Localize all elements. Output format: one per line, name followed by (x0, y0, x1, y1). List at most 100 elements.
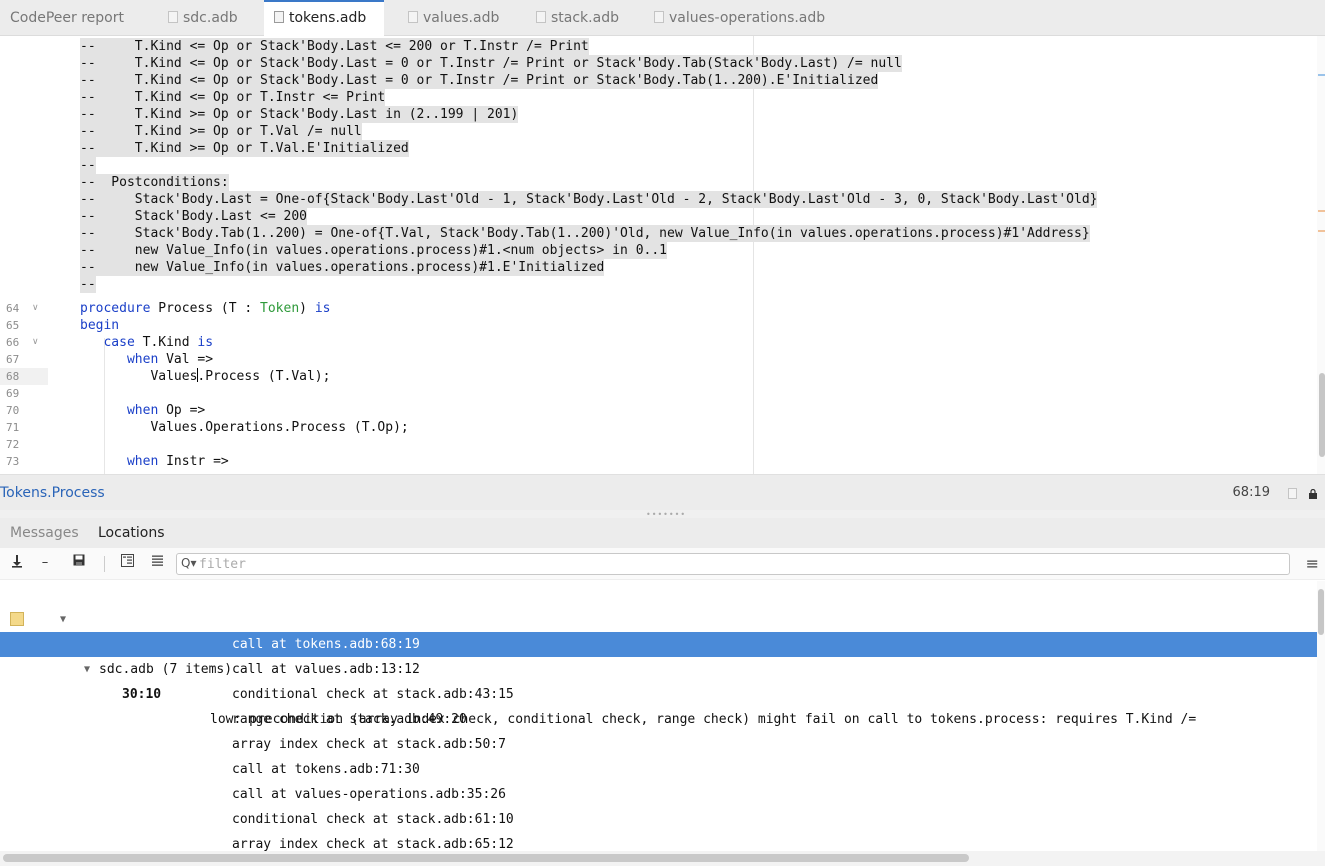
line-number: 69 (6, 387, 20, 400)
tab-messages[interactable]: Messages (10, 518, 79, 548)
line-number: 68 (0, 368, 48, 385)
tab-locations[interactable]: Locations (98, 518, 165, 548)
remove-icon[interactable]: – (36, 554, 54, 572)
locations-tree[interactable]: ▼ sdc.adb (7 items) ▼ 30:10 low: precond… (0, 581, 1325, 851)
annotation-comment: -- Stack'Body.Last <= 200 (80, 208, 307, 225)
code-line: 65 begin (0, 317, 1310, 334)
file-icon (654, 11, 664, 23)
code-line: -- T.Kind <= Op or Stack'Body.Last = 0 o… (0, 55, 1310, 72)
annotation-comment: -- T.Kind <= Op or Stack'Body.Last = 0 o… (80, 55, 902, 72)
line-number: 64 (6, 302, 20, 315)
detail-row[interactable]: call at tokens.adb:71:30 (0, 757, 1318, 782)
tab-stack-adb[interactable]: stack.adb (526, 0, 629, 36)
annotation-comment: -- T.Kind <= Op or Stack'Body.Last <= 20… (80, 38, 589, 55)
annotation-comment: -- new Value_Info(in values.operations.p… (80, 259, 605, 276)
detail-row[interactable]: conditional check at stack.adb:61:10 (0, 807, 1318, 832)
code-line: -- Stack'Body.Last <= 200 (0, 208, 1310, 225)
line-number: 65 (6, 319, 20, 332)
locations-vertical-scrollbar[interactable] (1317, 581, 1325, 851)
annotation-comment: -- T.Kind <= Op or Stack'Body.Last = 0 o… (80, 72, 879, 89)
cursor-position: 68:19 (1232, 485, 1270, 500)
filter-field[interactable]: Q▾ (176, 553, 1290, 575)
fold-chevron-icon[interactable]: ∨ (32, 334, 39, 351)
search-icon[interactable]: Q▾ (181, 556, 196, 570)
detail-text: call at values.adb:13:12 (232, 662, 420, 677)
line-number: 73 (6, 455, 20, 468)
code-line: -- new Value_Info(in values.operations.p… (0, 242, 1310, 259)
file-icon (536, 11, 546, 23)
tab-tokens-adb[interactable]: tokens.adb (264, 0, 384, 36)
detail-row[interactable]: conditional check at stack.adb:43:15 (0, 682, 1318, 707)
code-line: -- (0, 276, 1310, 293)
line-number: 72 (6, 438, 20, 451)
tab-label: CodePeer report (10, 10, 124, 26)
detail-row[interactable]: array index check at stack.adb:50:7 (0, 732, 1318, 757)
code-text: Values.Process (T.Val); (80, 368, 331, 384)
code-line: 70 when Op => (0, 402, 1310, 419)
pane-splitter[interactable]: ••••••• (0, 510, 1325, 519)
tab-label: stack.adb (551, 10, 619, 26)
annotation-comment: -- T.Kind >= Op or T.Val /= null (80, 123, 362, 140)
tab-sdc-adb[interactable]: sdc.adb (158, 0, 248, 36)
annotation-comment: -- Stack'Body.Last = One-of{Stack'Body.L… (80, 191, 1098, 208)
tab-codepeer-report[interactable]: CodePeer report (0, 0, 134, 36)
code-text: when Op => (126, 403, 206, 418)
clear-locations-icon[interactable] (8, 554, 26, 572)
annotation-comment: -- Stack'Body.Tab(1..200) = One-of{T.Val… (80, 225, 1090, 242)
overview-marker (1318, 210, 1325, 212)
code-editor[interactable]: -- T.Kind <= Op or Stack'Body.Last <= 20… (0, 36, 1325, 474)
lock-icon[interactable] (1309, 488, 1317, 499)
current-entity-link[interactable]: Tokens.Process (0, 475, 105, 511)
detail-text: conditional check at stack.adb:61:10 (232, 812, 514, 827)
editor-scroll-thumb[interactable] (1319, 373, 1325, 457)
annotation-comment: -- Postconditions: (80, 174, 229, 191)
code-line: -- Stack'Body.Tab(1..200) = One-of{T.Val… (0, 225, 1310, 242)
detail-row[interactable]: range check at stack.adb:49:20 (0, 707, 1318, 732)
status-bar: Tokens.Process 68:19 (0, 474, 1325, 510)
tab-values-operations-adb[interactable]: values-operations.adb (644, 0, 835, 36)
code-text: Values.Operations.Process (T.Op); (80, 420, 409, 435)
overview-marker (1318, 74, 1325, 76)
line-number: 67 (6, 353, 20, 366)
detail-row[interactable]: array index check at stack.adb:65:12 (0, 832, 1318, 851)
tree-group-row[interactable]: ▼ sdc.adb (7 items) (0, 582, 1318, 677)
tab-values-adb[interactable]: values.adb (398, 0, 509, 36)
detail-text: array index check at stack.adb:50:7 (232, 737, 506, 752)
detail-row-selected[interactable]: call at tokens.adb:68:19 (0, 632, 1318, 657)
scroll-thumb[interactable] (1318, 589, 1324, 635)
overview-marker (1318, 230, 1325, 232)
code-line: 66 ∨ case T.Kind is (0, 334, 1310, 351)
detail-text: conditional check at stack.adb:43:15 (232, 687, 514, 702)
code-text: when Val => (126, 352, 214, 367)
annotation-comment: -- new Value_Info(in values.operations.p… (80, 242, 667, 259)
locations-horizontal-scrollbar[interactable] (0, 851, 1325, 866)
code-line: -- T.Kind <= Op or Stack'Body.Last <= 20… (0, 38, 1310, 55)
code-line: -- Postconditions: (0, 174, 1310, 191)
locations-toolbar: – Q▾ ≡ (0, 548, 1325, 580)
line-number: 66 (6, 336, 20, 349)
detail-row[interactable]: call at values.adb:13:12 (0, 657, 1318, 682)
detail-row[interactable]: call at values-operations.adb:35:26 (0, 782, 1318, 807)
message-row[interactable]: ▼ 30:10 low: precondition (array index c… (0, 607, 1318, 727)
scroll-thumb[interactable] (3, 854, 969, 862)
code-line: -- Stack'Body.Last = One-of{Stack'Body.L… (0, 191, 1310, 208)
editor-scrollbar[interactable] (1317, 36, 1325, 474)
filter-input[interactable] (199, 555, 1279, 573)
detail-text: array index check at stack.adb:65:12 (232, 837, 514, 851)
code-line: 72 (0, 436, 1310, 453)
hamburger-menu-icon[interactable]: ≡ (1306, 554, 1319, 573)
code-text: when Instr => (126, 454, 229, 469)
annotation-comment: -- T.Kind <= Op or T.Instr <= Print (80, 89, 386, 106)
line-number: 71 (6, 421, 20, 434)
expand-all-icon[interactable] (118, 554, 136, 572)
edit-note-icon[interactable] (10, 612, 24, 626)
fold-chevron-icon[interactable]: ∨ (32, 300, 39, 317)
collapse-all-icon[interactable] (148, 554, 166, 572)
detail-text: call at tokens.adb:68:19 (232, 637, 420, 652)
code-text: begin (80, 318, 120, 333)
tab-label: values-operations.adb (669, 10, 826, 26)
code-line: 64 ∨ procedure Process (T : Token) is (0, 300, 1310, 317)
save-icon[interactable] (70, 554, 88, 572)
line-number: 70 (6, 404, 20, 417)
code-line: -- new Value_Info(in values.operations.p… (0, 259, 1310, 276)
